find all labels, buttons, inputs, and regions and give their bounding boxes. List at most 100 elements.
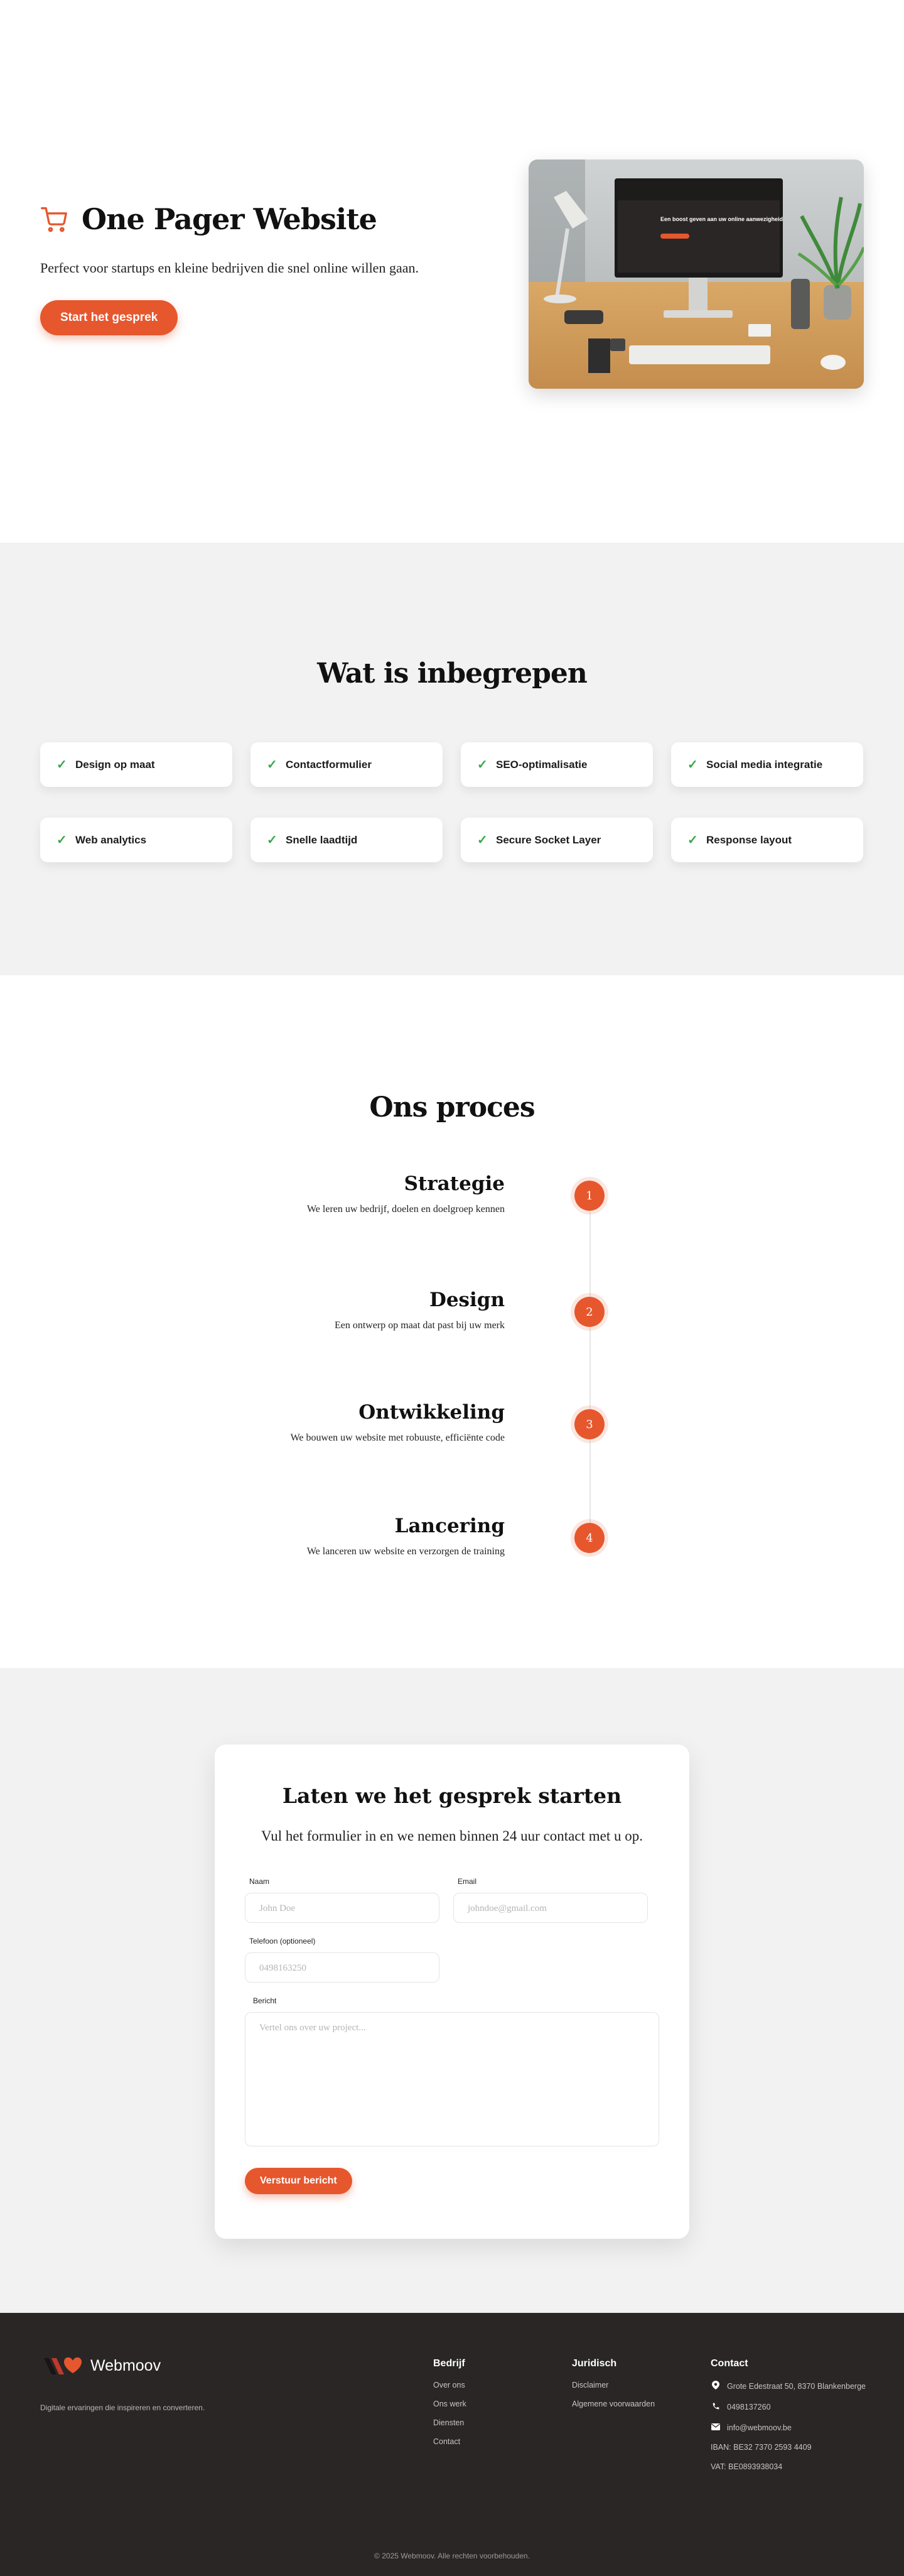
step-number: 3 xyxy=(574,1409,605,1439)
footer-link-disclaimer[interactable]: Disclaimer xyxy=(572,2381,655,2389)
phone-icon xyxy=(711,2402,721,2412)
step-number: 1 xyxy=(574,1181,605,1211)
feature-card: ✓ Response layout xyxy=(671,818,863,862)
timeline-line xyxy=(589,1191,591,1542)
footer-link-terms[interactable]: Algemene voorwaarden xyxy=(572,2400,655,2408)
process-step: Lancering We lanceren uw website en verz… xyxy=(0,1515,904,1578)
feature-label: Snelle laadtijd xyxy=(286,833,358,846)
feature-grid: ✓ Design op maat ✓ Contactformulier ✓ SEO-o… xyxy=(40,742,864,862)
feature-label: Contactformulier xyxy=(286,758,372,771)
hero-content: One Pager Website Perfect voor startups … xyxy=(40,202,455,335)
copyright: © 2025 Webmoov. Alle rechten voorbehoude… xyxy=(374,2552,530,2560)
phone-input[interactable]: 0498163250 xyxy=(245,1952,439,1983)
footer-iban: IBAN: BE32 7370 2593 4409 xyxy=(711,2443,812,2452)
feature-card: ✓ Contactformulier xyxy=(250,742,443,787)
check-icon: ✓ xyxy=(687,833,698,847)
check-icon: ✓ xyxy=(477,833,488,847)
footer-vat-row: VAT: BE0893938034 xyxy=(711,2462,866,2471)
step-text: Strategie We leren uw bedrijf, doelen en… xyxy=(307,1172,505,1215)
step-description: We leren uw bedrijf, doelen en doelgroep… xyxy=(306,1204,505,1215)
contact-form: Laten we het gesprek starten Vul het for… xyxy=(215,1745,689,2239)
message-label: Bericht xyxy=(253,1996,277,2005)
name-input[interactable]: John Doe xyxy=(245,1893,439,1923)
included-section: Wat is inbegrepen ✓ Design op maat ✓ Conta… xyxy=(0,543,904,975)
step-title: Design xyxy=(429,1289,505,1311)
footer-contact-column: Contact Grote Edestraat 50, 8370 Blanken… xyxy=(711,2358,866,2482)
check-icon: ✓ xyxy=(267,758,277,772)
step-description: We bouwen uw website met robuuste, effic… xyxy=(290,1432,505,1443)
feature-label: Social media integratie xyxy=(706,758,823,771)
email-label: Email xyxy=(458,1877,477,1886)
feature-card: ✓ Social media integratie xyxy=(671,742,863,787)
message-textarea[interactable]: Vertel ons over uw project... xyxy=(245,2012,659,2146)
feature-label: Secure Socket Layer xyxy=(496,833,601,846)
step-title: Strategie xyxy=(404,1172,505,1195)
name-label: Naam xyxy=(249,1877,270,1886)
phone-label: Telefoon (optioneel) xyxy=(249,1937,316,1946)
step-text: Lancering We lanceren uw website en verz… xyxy=(307,1515,505,1557)
footer-phone-row[interactable]: 0498137260 xyxy=(711,2402,866,2412)
footer-link-diensten[interactable]: Diensten xyxy=(433,2418,466,2427)
feature-label: Response layout xyxy=(706,833,792,846)
feature-label: Web analytics xyxy=(75,833,147,846)
footer-legal-column: Juridisch Disclaimer Algemene voorwaarde… xyxy=(572,2358,655,2418)
form-subtitle: Vul het formulier in en we nemen binnen … xyxy=(261,1828,643,1844)
monitor-screen-text: Een boost geven aan uw online aanwezighe… xyxy=(660,216,783,222)
footer-link-ons-werk[interactable]: Ons werk xyxy=(433,2400,466,2408)
feature-card: ✓ Snelle laadtijd xyxy=(250,818,443,862)
start-conversation-button[interactable]: Start het gesprek xyxy=(40,300,178,335)
contact-section: Laten we het gesprek starten Vul het for… xyxy=(0,1668,904,2313)
step-text: Ontwikkeling We bouwen uw website met ro… xyxy=(291,1401,505,1444)
footer-iban-row: IBAN: BE32 7370 2593 4409 xyxy=(711,2443,866,2452)
footer-email: info@webmoov.be xyxy=(727,2423,792,2432)
footer: Webmoov Digitale ervaringen die inspirer… xyxy=(0,2313,904,2576)
check-icon: ✓ xyxy=(267,833,277,847)
feature-label: Design op maat xyxy=(75,758,155,771)
step-text: Design Een ontwerp op maat dat past bij … xyxy=(335,1289,505,1331)
hero-image: Een boost geven aan uw online aanwezighe… xyxy=(529,160,864,389)
check-icon: ✓ xyxy=(56,833,67,847)
webmoov-logo-icon xyxy=(44,2357,82,2374)
footer-logo[interactable]: Webmoov xyxy=(43,2353,161,2378)
footer-phone: 0498137260 xyxy=(727,2403,771,2411)
hero-title-row: One Pager Website xyxy=(40,202,455,236)
email-input[interactable]: johndoe@gmail.com xyxy=(453,1893,648,1923)
footer-legal-heading: Juridisch xyxy=(572,2358,617,2369)
check-icon: ✓ xyxy=(687,758,698,772)
footer-email-row[interactable]: info@webmoov.be xyxy=(711,2423,866,2432)
feature-card: ✓ SEO-optimalisatie xyxy=(461,742,653,787)
footer-company-heading: Bedrijf xyxy=(433,2358,465,2369)
step-title: Ontwikkeling xyxy=(358,1401,505,1424)
footer-tagline: Digitale ervaringen die inspireren en co… xyxy=(40,2403,205,2412)
check-icon: ✓ xyxy=(56,758,67,772)
process-step: Design Een ontwerp op maat dat past bij … xyxy=(0,1289,904,1351)
page-title: One Pager Website xyxy=(82,202,377,236)
envelope-icon xyxy=(711,2423,721,2432)
submit-button[interactable]: Verstuur bericht xyxy=(245,2168,352,2194)
footer-link-contact[interactable]: Contact xyxy=(433,2437,466,2446)
process-step: Strategie We leren uw bedrijf, doelen en… xyxy=(0,1172,904,1235)
footer-link-over-ons[interactable]: Over ons xyxy=(433,2381,466,2389)
step-number: 4 xyxy=(574,1523,605,1553)
footer-address: Grote Edestraat 50, 8370 Blankenberge xyxy=(727,2381,866,2391)
footer-contact-heading: Contact xyxy=(711,2358,748,2369)
map-pin-icon xyxy=(711,2381,721,2391)
check-icon: ✓ xyxy=(477,758,488,772)
step-description: We lanceren uw website en verzorgen de t… xyxy=(306,1546,505,1557)
footer-brand: Webmoov xyxy=(90,2356,161,2374)
footer-address-row: Grote Edestraat 50, 8370 Blankenberge xyxy=(711,2381,866,2391)
step-number: 2 xyxy=(574,1297,605,1327)
footer-vat: VAT: BE0893938034 xyxy=(711,2462,783,2471)
footer-company-column: Bedrijf Over ons Ons werk Diensten Conta… xyxy=(433,2358,466,2456)
process-step: Ontwikkeling We bouwen uw website met ro… xyxy=(0,1401,904,1464)
hero-section: One Pager Website Perfect voor startups … xyxy=(0,0,904,543)
shopping-cart-icon xyxy=(41,207,67,232)
feature-card: ✓ Web analytics xyxy=(40,818,232,862)
step-title: Lancering xyxy=(394,1515,505,1537)
process-section: Ons proces Strategie We leren uw bedrijf… xyxy=(0,975,904,1668)
included-heading: Wat is inbegrepen xyxy=(317,658,588,690)
feature-label: SEO-optimalisatie xyxy=(496,758,588,771)
feature-card: ✓ Secure Socket Layer xyxy=(461,818,653,862)
process-heading: Ons proces xyxy=(369,1091,535,1123)
hero-subtitle: Perfect voor startups en kleine bedrijve… xyxy=(40,260,419,276)
